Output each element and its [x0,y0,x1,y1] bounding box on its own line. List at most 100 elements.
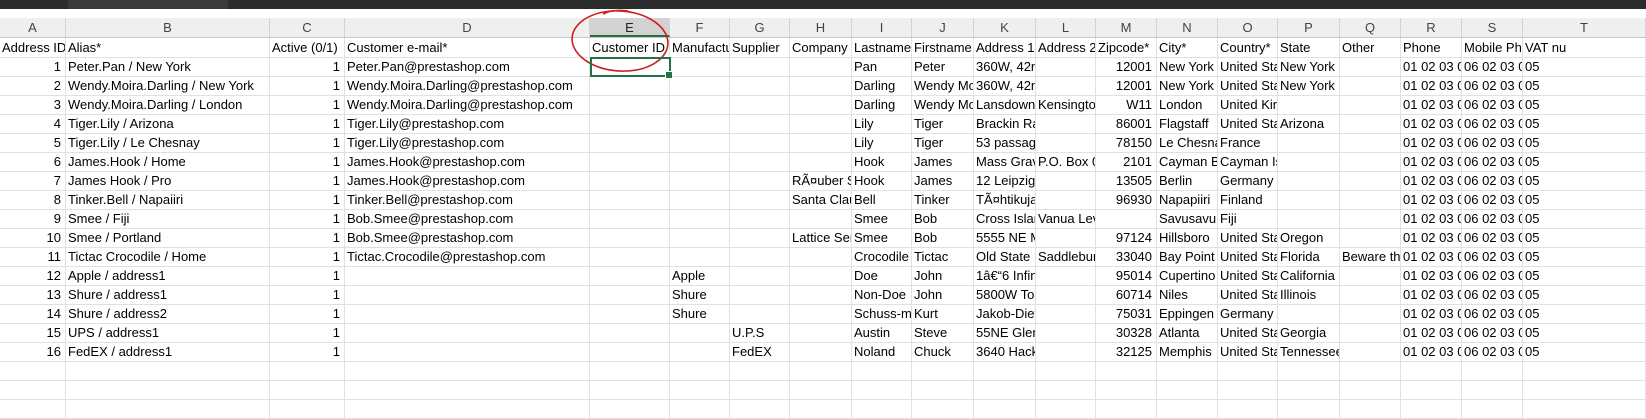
cell-s-3[interactable]: 06 02 03 04 [1462,76,1523,95]
cell-m-17[interactable]: 32125 [1096,342,1157,361]
cell-c-16[interactable]: 1 [270,323,345,342]
cell-i-6[interactable]: Lily [852,133,912,152]
cell-s-12[interactable]: 06 02 03 04 [1462,247,1523,266]
cell-g-14[interactable] [730,285,790,304]
cell-r-7[interactable]: 01 02 03 04 [1401,152,1462,171]
cell-k-4[interactable]: Lansdown [974,95,1036,114]
cell-g-12[interactable] [730,247,790,266]
cell-i-18[interactable] [852,361,912,380]
cell-l-16[interactable] [1036,323,1096,342]
cell-k-5[interactable]: Brackin Ranch Road [974,114,1036,133]
cell-m-20[interactable] [1096,399,1157,418]
cell-p-3[interactable]: New York [1278,76,1340,95]
cell-m-19[interactable] [1096,380,1157,399]
cell-a-20[interactable] [0,399,66,418]
cell-f-12[interactable] [670,247,730,266]
cell-p-1[interactable]: State [1278,38,1340,57]
cell-l-11[interactable] [1036,228,1096,247]
cell-r-9[interactable]: 01 02 03 04 [1401,190,1462,209]
cell-a-6[interactable]: 5 [0,133,66,152]
cell-l-5[interactable] [1036,114,1096,133]
cell-g-15[interactable] [730,304,790,323]
cell-d-16[interactable] [345,323,590,342]
cell-o-11[interactable]: United Sta [1218,228,1278,247]
cell-k-17[interactable]: 3640 Hacks Cross Rd [974,342,1036,361]
cell-j-4[interactable]: Wendy Mo [912,95,974,114]
cell-a-15[interactable]: 14 [0,304,66,323]
cell-p-15[interactable] [1278,304,1340,323]
cell-f-11[interactable] [670,228,730,247]
cell-o-10[interactable]: Fiji [1218,209,1278,228]
cell-p-4[interactable] [1278,95,1340,114]
cell-g-3[interactable] [730,76,790,95]
cell-p-12[interactable]: Florida [1278,247,1340,266]
cell-t-10[interactable]: 05 [1523,209,1646,228]
cell-k-1[interactable]: Address 1 [974,38,1036,57]
cell-q-6[interactable] [1340,133,1401,152]
cell-h-9[interactable]: Santa Clau [790,190,852,209]
cell-q-17[interactable] [1340,342,1401,361]
cell-e-18[interactable] [590,361,670,380]
cell-g-20[interactable] [730,399,790,418]
cell-e-7[interactable] [590,152,670,171]
cell-o-17[interactable]: United Sta [1218,342,1278,361]
cell-l-14[interactable] [1036,285,1096,304]
cell-d-14[interactable] [345,285,590,304]
cell-q-3[interactable] [1340,76,1401,95]
cell-j-12[interactable]: Tictac [912,247,974,266]
cell-a-4[interactable]: 3 [0,95,66,114]
cell-a-5[interactable]: 4 [0,114,66,133]
cell-e-17[interactable] [590,342,670,361]
cell-k-14[interactable]: 5800W Touhy Avenu [974,285,1036,304]
cell-l-17[interactable] [1036,342,1096,361]
cell-p-5[interactable]: Arizona [1278,114,1340,133]
column-header-d[interactable]: D [345,18,590,37]
cell-i-11[interactable]: Smee [852,228,912,247]
cell-q-11[interactable] [1340,228,1401,247]
cell-e-20[interactable] [590,399,670,418]
cell-a-17[interactable]: 16 [0,342,66,361]
cell-a-3[interactable]: 2 [0,76,66,95]
cell-e-1[interactable]: Customer ID [590,38,670,57]
cell-o-6[interactable]: France [1218,133,1278,152]
cell-k-19[interactable] [974,380,1036,399]
cell-e-16[interactable] [590,323,670,342]
cell-i-10[interactable]: Smee [852,209,912,228]
cell-j-3[interactable]: Wendy Mo [912,76,974,95]
cell-o-16[interactable]: United Sta [1218,323,1278,342]
cell-e-19[interactable] [590,380,670,399]
cell-j-7[interactable]: James [912,152,974,171]
cell-h-20[interactable] [790,399,852,418]
cell-p-2[interactable]: New York [1278,57,1340,76]
cell-n-6[interactable]: Le Chesna [1157,133,1218,152]
cell-r-8[interactable]: 01 02 03 04 [1401,171,1462,190]
cell-p-19[interactable] [1278,380,1340,399]
cell-c-17[interactable]: 1 [270,342,345,361]
cell-k-16[interactable]: 55NE Glenlake Parkv [974,323,1036,342]
cell-t-11[interactable]: 05 [1523,228,1646,247]
cell-l-18[interactable] [1036,361,1096,380]
cell-d-9[interactable]: Tinker.Bell@prestashop.com [345,190,590,209]
cell-o-3[interactable]: United Sta [1218,76,1278,95]
cell-f-14[interactable]: Shure [670,285,730,304]
cell-a-16[interactable]: 15 [0,323,66,342]
cell-r-12[interactable]: 01 02 03 04 [1401,247,1462,266]
cell-j-9[interactable]: Tinker [912,190,974,209]
cell-e-3[interactable] [590,76,670,95]
cell-e-6[interactable] [590,133,670,152]
cell-c-8[interactable]: 1 [270,171,345,190]
cell-q-2[interactable] [1340,57,1401,76]
cell-d-4[interactable]: Wendy.Moira.Darling@prestashop.com [345,95,590,114]
cell-e-15[interactable] [590,304,670,323]
cell-s-13[interactable]: 06 02 03 04 [1462,266,1523,285]
cell-i-1[interactable]: Lastname [852,38,912,57]
cell-p-6[interactable] [1278,133,1340,152]
cell-j-10[interactable]: Bob [912,209,974,228]
cell-d-10[interactable]: Bob.Smee@prestashop.com [345,209,590,228]
cell-c-11[interactable]: 1 [270,228,345,247]
cell-b-11[interactable]: Smee / Portland [66,228,270,247]
cell-n-13[interactable]: Cupertino [1157,266,1218,285]
cell-l-1[interactable]: Address 2 [1036,38,1096,57]
cell-m-5[interactable]: 86001 [1096,114,1157,133]
cell-n-20[interactable] [1157,399,1218,418]
